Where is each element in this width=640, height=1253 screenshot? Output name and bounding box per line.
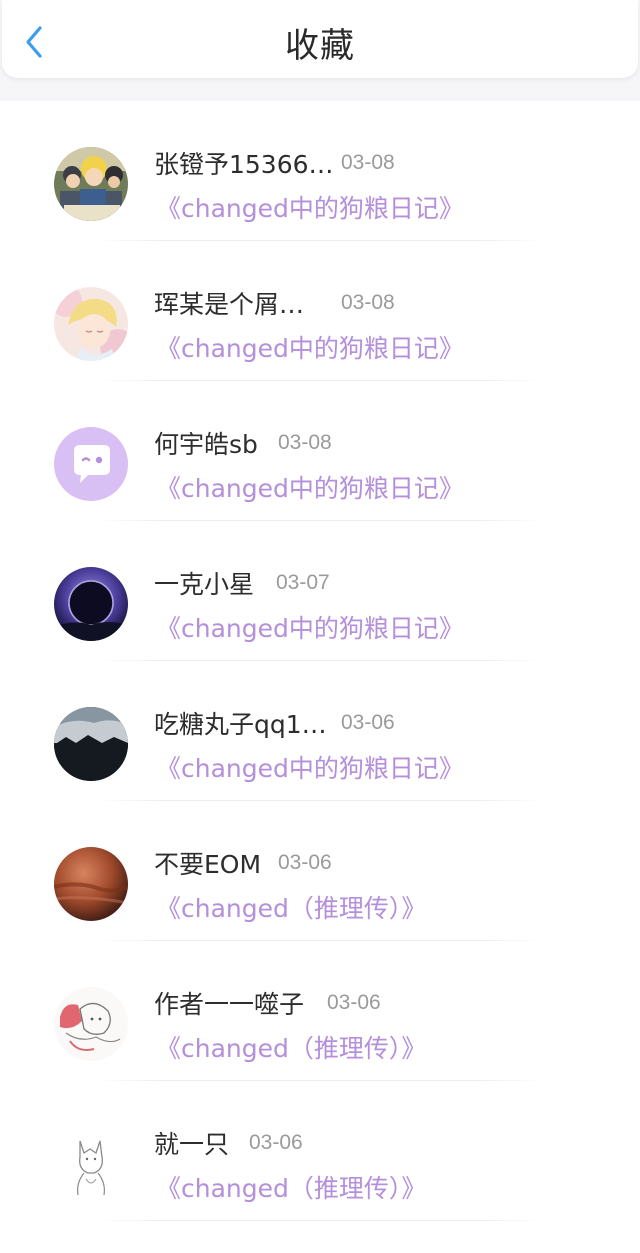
favorite-date: 03-06 [278, 851, 332, 874]
landscape-avatar[interactable] [54, 707, 128, 781]
name-row: 何宇皓sb 03-08 [154, 425, 332, 461]
name-row: 作者一一噬子 03-06 [154, 985, 381, 1021]
user-name[interactable]: 张镫予15366… [154, 145, 341, 181]
favorite-date: 03-06 [249, 1131, 303, 1154]
favorite-date: 03-07 [276, 571, 330, 594]
favorite-item[interactable]: 一克小星 03-07 《changed中的狗粮日记》 [0, 521, 640, 661]
favorite-date: 03-08 [341, 151, 395, 174]
book-title-link[interactable]: 《changed中的狗粮日记》 [156, 749, 464, 785]
anime-group-avatar[interactable] [54, 147, 128, 221]
user-name[interactable]: 珲某是个屑… [154, 285, 341, 321]
favorite-item[interactable]: 吃糖丸子qq1… 03-06 《changed中的狗粮日记》 [0, 661, 640, 801]
name-row: 吃糖丸子qq1… 03-06 [154, 705, 395, 741]
favorite-item[interactable]: 就一只 03-06 《changed（推理传）》 [0, 1081, 640, 1221]
name-row: 一克小星 03-07 [154, 565, 330, 601]
favorite-item[interactable]: 珲某是个屑… 03-08 《changed中的狗粮日记》 [0, 241, 640, 381]
name-row: 张镫予15366… 03-08 [154, 145, 395, 181]
user-name[interactable]: 何宇皓sb [154, 425, 278, 461]
wolf-sketch-avatar[interactable] [54, 1127, 128, 1201]
planet-avatar[interactable] [54, 847, 128, 921]
favorite-date: 03-06 [327, 991, 381, 1014]
book-title-link[interactable]: 《changed（推理传）》 [156, 1029, 426, 1065]
favorites-list: 张镫予15366… 03-08 《changed中的狗粮日记》 珲某是个屑… 0… [0, 101, 640, 1253]
chat-bubble-avatar[interactable] [54, 427, 128, 501]
favorite-date: 03-06 [341, 711, 395, 734]
book-title-link[interactable]: 《changed中的狗粮日记》 [156, 329, 464, 365]
divider [96, 1220, 546, 1221]
top-bar: 收藏 [0, 0, 640, 80]
sketch-avatar[interactable] [54, 987, 128, 1061]
book-title-link[interactable]: 《changed中的狗粮日记》 [156, 609, 464, 645]
user-name[interactable]: 作者一一噬子 [154, 985, 327, 1021]
user-name[interactable]: 就一只 [154, 1125, 249, 1161]
user-name[interactable]: 一克小星 [154, 565, 276, 601]
anime-blonde-avatar[interactable] [54, 287, 128, 361]
book-title-link[interactable]: 《changed中的狗粮日记》 [156, 469, 464, 505]
book-title-link[interactable]: 《changed中的狗粮日记》 [156, 189, 464, 225]
name-row: 不要EOM 03-06 [154, 845, 332, 881]
name-row: 珲某是个屑… 03-08 [154, 285, 395, 321]
favorite-item[interactable]: 作者一一噬子 03-06 《changed（推理传）》 [0, 941, 640, 1081]
eclipse-avatar[interactable] [54, 567, 128, 641]
user-name[interactable]: 吃糖丸子qq1… [154, 705, 341, 741]
book-title-link[interactable]: 《changed（推理传）》 [156, 1169, 426, 1205]
favorite-item[interactable]: 何宇皓sb 03-08 《changed中的狗粮日记》 [0, 381, 640, 521]
page-title: 收藏 [285, 26, 355, 66]
favorite-item[interactable]: 不要EOM 03-06 《changed（推理传）》 [0, 801, 640, 941]
name-row: 就一只 03-06 [154, 1125, 303, 1161]
favorite-date: 03-08 [278, 431, 332, 454]
user-name[interactable]: 不要EOM [154, 845, 278, 881]
favorite-date: 03-08 [341, 291, 395, 314]
book-title-link[interactable]: 《changed（推理传）》 [156, 889, 426, 925]
favorite-item[interactable]: 张镫予15366… 03-08 《changed中的狗粮日记》 [0, 101, 640, 241]
